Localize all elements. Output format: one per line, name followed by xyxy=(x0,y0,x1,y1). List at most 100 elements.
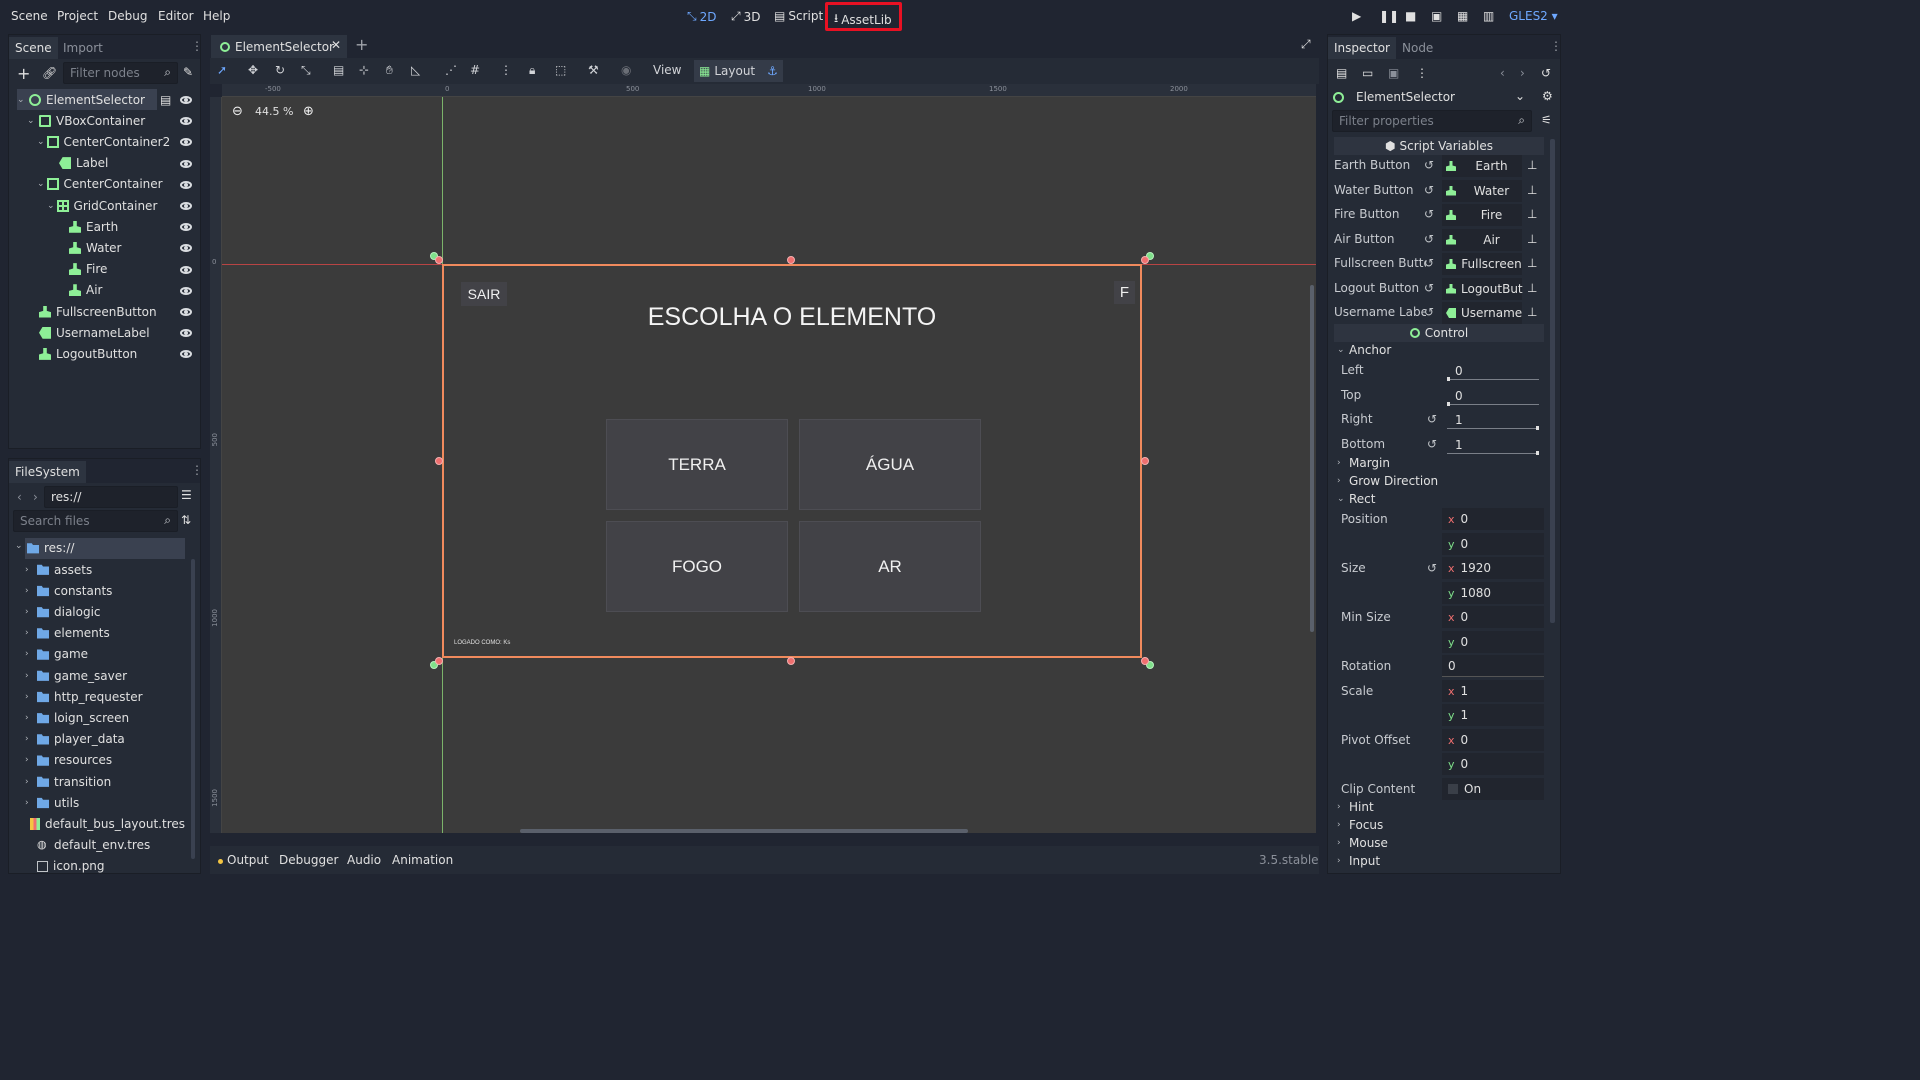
visibility-icon[interactable] xyxy=(180,286,192,295)
scene-node-usernamelabel[interactable]: UsernameLabel xyxy=(27,322,157,343)
grow-direction-section[interactable]: › Grow Direction xyxy=(1337,474,1438,488)
file-item[interactable]: › utils xyxy=(25,792,185,813)
file-item[interactable]: › loign_screen xyxy=(25,707,185,728)
lock-icon[interactable]: 🔒︎ xyxy=(529,63,535,78)
file-item[interactable]: › transition xyxy=(25,771,185,792)
ruler-tool-icon[interactable]: ◺ xyxy=(411,63,420,77)
close-icon[interactable]: ✕ xyxy=(331,38,341,52)
sort-icon[interactable]: ⇅ xyxy=(181,513,191,527)
scene-node-gridcontainer[interactable]: ⌄ GridContainer xyxy=(47,195,157,216)
node-picker-icon[interactable]: ⊥ xyxy=(1527,158,1537,172)
rect-section[interactable]: ⌄ Rect xyxy=(1337,492,1375,506)
min-size-y-field[interactable]: y0 xyxy=(1442,631,1544,653)
node-picker-icon[interactable]: ⊥ xyxy=(1527,281,1537,295)
menu-debug[interactable]: Debug xyxy=(108,9,147,23)
tab-import[interactable]: Import xyxy=(57,37,109,59)
visibility-icon[interactable] xyxy=(180,180,192,189)
workspace-2d-button[interactable]: ⤡ 2D xyxy=(687,9,716,24)
visibility-icon[interactable] xyxy=(180,223,192,232)
min-size-x-field[interactable]: x0 xyxy=(1442,606,1544,628)
resize-handle-left[interactable] xyxy=(435,457,443,465)
fullscreen-button[interactable]: F xyxy=(1114,281,1135,304)
section-focus[interactable]: › Focus xyxy=(1337,818,1383,832)
canvas-viewport[interactable]: ⊖ 44.5 % ⊕ SAIR F ESCOLHA O ELEMENTO TER… xyxy=(222,97,1316,833)
zoom-in-icon[interactable]: ⊕ xyxy=(303,104,314,119)
object-tools-icon[interactable]: ⚙ xyxy=(1542,89,1553,103)
scene-node-label[interactable]: Label xyxy=(47,153,157,174)
node-picker-icon[interactable]: ⊥ xyxy=(1527,305,1537,319)
view-menu[interactable]: View xyxy=(653,63,681,77)
node-picker-icon[interactable]: ⊥ xyxy=(1527,183,1537,197)
menu-editor[interactable]: Editor xyxy=(158,9,194,23)
script-var-value[interactable]: LogoutBut xyxy=(1442,277,1523,300)
reset-icon[interactable]: ↺ xyxy=(1424,183,1434,197)
scale-y-field[interactable]: y1 xyxy=(1442,704,1544,726)
visibility-icon[interactable] xyxy=(180,159,192,168)
pause-icon[interactable]: ❚❚ xyxy=(1379,9,1399,23)
file-item[interactable]: ◍ default_env.tres xyxy=(25,835,185,856)
size-x-field[interactable]: x 1920 xyxy=(1442,557,1544,579)
reset-icon[interactable]: ↺ xyxy=(1427,561,1437,575)
forward-icon[interactable]: › xyxy=(33,490,38,504)
property-options-icon[interactable]: ⚟ xyxy=(1541,113,1552,127)
visibility-icon[interactable] xyxy=(180,244,192,253)
move-tool-icon[interactable]: ✥ xyxy=(248,63,258,77)
visibility-icon[interactable] xyxy=(180,350,192,359)
play-custom-icon[interactable]: ▦ xyxy=(1457,9,1468,23)
resize-handle-top[interactable] xyxy=(787,256,795,264)
group-icon[interactable]: ⬚ xyxy=(555,63,566,77)
resize-handle-tr[interactable] xyxy=(1141,256,1149,264)
file-item[interactable]: › game_saver xyxy=(25,665,185,686)
add-scene-tab-icon[interactable]: + xyxy=(355,35,368,54)
history-icon[interactable]: ↺ xyxy=(1541,66,1551,80)
layout-menu[interactable]: ▦ Layout ⚓︎ xyxy=(694,60,783,82)
file-item[interactable]: › resources xyxy=(25,750,185,771)
filter-nodes-input[interactable]: Filter nodes ⌕ xyxy=(63,62,178,84)
more-icon[interactable]: ⋮ xyxy=(1416,66,1428,80)
tab-animation[interactable]: Animation xyxy=(392,853,453,867)
tab-output[interactable]: Output xyxy=(227,853,269,867)
more-icon[interactable]: ⋮ xyxy=(191,463,200,477)
path-field[interactable]: res:// xyxy=(44,486,178,508)
workspace-script-button[interactable]: ▤ Script xyxy=(774,9,823,23)
grid-snap-icon[interactable]: # xyxy=(470,63,480,77)
tab-debugger[interactable]: Debugger xyxy=(279,853,338,867)
control-header[interactable]: Control xyxy=(1334,324,1544,342)
pivot-y-field[interactable]: y0 xyxy=(1442,753,1544,775)
select-tool-icon[interactable]: ➚ xyxy=(217,63,227,77)
filter-properties-input[interactable]: Filter properties ⌕ xyxy=(1332,110,1532,132)
fire-button[interactable]: FOGO xyxy=(606,521,788,612)
clip-content-checkbox[interactable]: On xyxy=(1442,778,1544,800)
file-item[interactable]: default_bus_layout.tres xyxy=(25,813,185,834)
script-var-value[interactable]: Username xyxy=(1442,302,1522,324)
reset-icon[interactable]: ↺ xyxy=(1424,256,1434,270)
distraction-free-icon[interactable]: ⤢ xyxy=(1301,37,1311,52)
script-variables-header[interactable]: ⬢ Script Variables xyxy=(1334,137,1544,155)
scene-node-fullscreenbutton[interactable]: FullscreenButton xyxy=(27,301,157,322)
play-scene-icon[interactable]: ▣ xyxy=(1431,9,1442,23)
file-item[interactable]: › constants xyxy=(25,580,185,601)
scene-node-centercontainer2[interactable]: ⌄ CenterContainer2 xyxy=(37,131,170,152)
scene-node-vboxcontainer[interactable]: ⌄ VBoxContainer xyxy=(27,110,157,131)
tab-scene[interactable]: Scene xyxy=(9,37,58,59)
rotation-field[interactable]: 0 xyxy=(1442,655,1544,677)
script-var-value[interactable]: Fire xyxy=(1442,204,1522,226)
menu-project[interactable]: Project xyxy=(57,9,98,23)
script-icon[interactable]: ▤ xyxy=(160,93,171,107)
pan-tool-icon[interactable]: ✋︎ xyxy=(386,63,393,78)
reset-icon[interactable]: ↺ xyxy=(1427,412,1437,426)
menu-scene[interactable]: Scene xyxy=(11,9,48,23)
scene-node-logoutbutton[interactable]: LogoutButton xyxy=(27,343,157,364)
script-var-value[interactable]: Fullscreen xyxy=(1442,253,1522,275)
scene-tab-elementselector[interactable]: ElementSelector ✕ xyxy=(211,35,347,58)
script-var-value[interactable]: Air xyxy=(1442,228,1522,251)
scene-node-fire[interactable]: Fire xyxy=(57,259,157,280)
workspace-3d-button[interactable]: ⤢ 3D xyxy=(731,9,760,24)
res-root-row[interactable]: ⌄ res:// xyxy=(15,538,185,559)
resize-handle-bl[interactable] xyxy=(435,657,443,665)
search-files-input[interactable]: Search files ⌕ xyxy=(13,510,178,532)
pivot-x-field[interactable]: x0 xyxy=(1442,729,1544,751)
scale-x-field[interactable]: x1 xyxy=(1442,680,1544,702)
anchor-section[interactable]: ⌄ Anchor xyxy=(1337,343,1391,357)
section-mouse[interactable]: › Mouse xyxy=(1337,836,1388,850)
